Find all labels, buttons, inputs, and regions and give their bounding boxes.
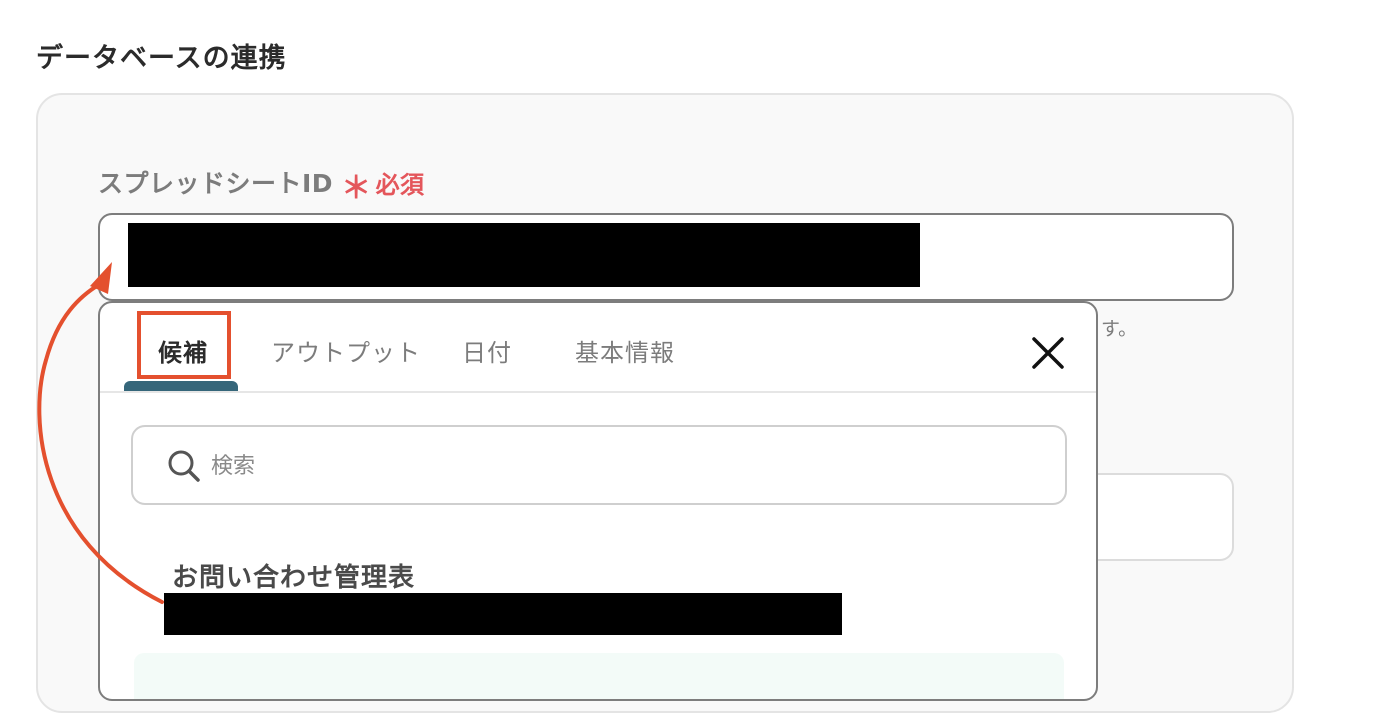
tab-output[interactable]: アウトプット xyxy=(271,333,421,368)
redacted-candidate-id xyxy=(164,593,842,635)
help-text: す。 xyxy=(1101,318,1138,340)
search-icon xyxy=(168,450,200,482)
redacted-value xyxy=(128,223,920,287)
section-title: データベースの連携 xyxy=(36,43,287,74)
popup-tabs: 候補 アウトプット 日付 基本情報 xyxy=(100,303,1096,393)
required-asterisk-icon: ＊ xyxy=(341,171,372,206)
candidate-item-title[interactable]: お問い合わせ管理表 xyxy=(172,557,415,594)
search-input[interactable] xyxy=(209,441,1033,491)
search-box[interactable] xyxy=(131,425,1067,505)
spreadsheet-id-label: スプレッドシートID ＊ 必須 xyxy=(98,160,425,206)
list-item[interactable] xyxy=(134,653,1064,699)
required-badge: 必須 xyxy=(375,170,425,199)
spreadsheet-id-label-text: スプレッドシートID xyxy=(98,169,334,198)
tab-highlight-box xyxy=(137,311,231,379)
tab-basic-info[interactable]: 基本情報 xyxy=(575,333,675,368)
close-icon[interactable] xyxy=(1028,333,1068,373)
tab-date[interactable]: 日付 xyxy=(462,333,512,368)
active-tab-indicator xyxy=(124,381,238,391)
candidate-popup: 候補 アウトプット 日付 基本情報 お問い合わせ管理表 xyxy=(98,301,1098,701)
spreadsheet-id-input[interactable] xyxy=(98,213,1234,301)
